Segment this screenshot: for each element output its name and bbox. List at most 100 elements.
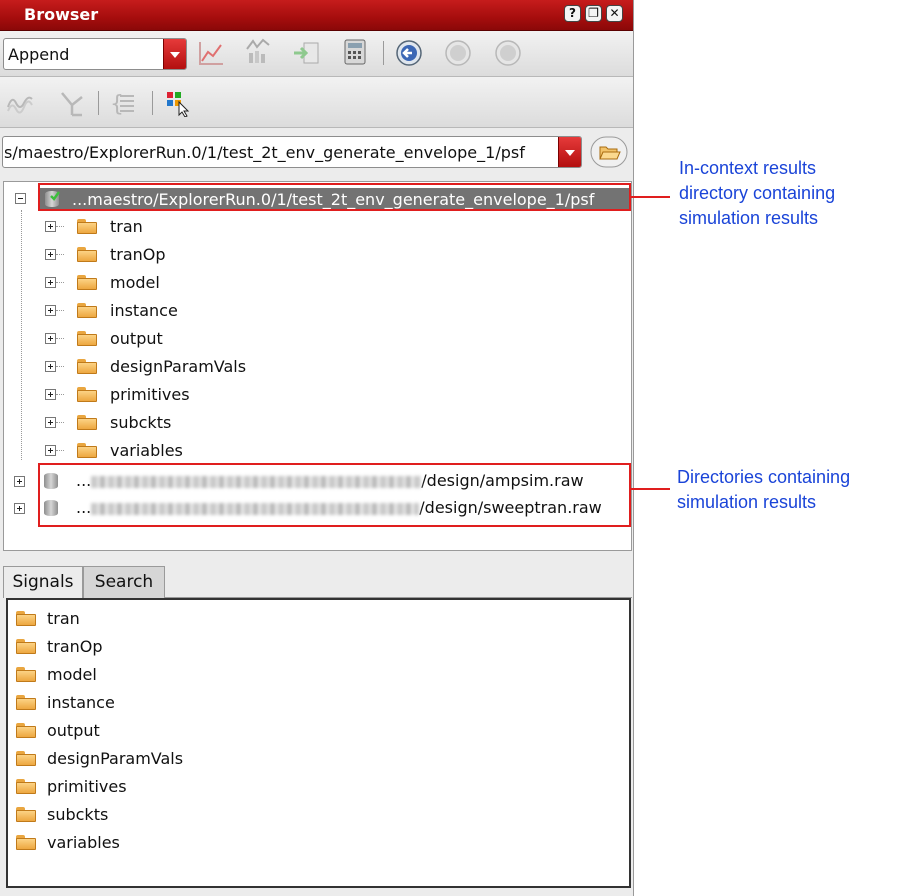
tree-row-tran[interactable]: tran xyxy=(45,214,345,240)
tree-row-model[interactable]: model xyxy=(45,270,345,296)
tree-item-label: model xyxy=(110,273,160,292)
path-row: s/maestro/ExplorerRun.0/1/test_2t_env_ge… xyxy=(0,128,633,180)
annotation-line: directory containing xyxy=(679,183,836,203)
tree-guide-line xyxy=(56,422,64,423)
expand-icon[interactable] xyxy=(14,476,25,487)
close-icon[interactable]: ✕ xyxy=(606,5,623,22)
title-bar: Browser ? ❐ ✕ xyxy=(0,0,633,31)
signal-item-label: instance xyxy=(47,693,115,712)
folder-icon xyxy=(77,443,97,458)
folder-icon xyxy=(77,303,97,318)
folder-icon xyxy=(16,807,36,822)
signal-item-output[interactable]: output xyxy=(14,718,314,744)
multi-plot-icon[interactable] xyxy=(243,37,271,65)
signal-item-label: subckts xyxy=(47,805,109,824)
tree-guide-line xyxy=(56,338,64,339)
expand-icon[interactable] xyxy=(45,221,56,232)
expand-icon[interactable] xyxy=(45,277,56,288)
folder-icon xyxy=(16,611,36,626)
tree-row-output[interactable]: output xyxy=(45,326,345,352)
tab-signals[interactable]: Signals xyxy=(3,566,83,598)
plot-icon[interactable] xyxy=(197,39,225,67)
expand-icon[interactable] xyxy=(45,305,56,316)
expand-icon[interactable] xyxy=(45,389,56,400)
folder-icon xyxy=(77,359,97,374)
forward-icon[interactable] xyxy=(444,39,472,67)
annotation-line: In-context results xyxy=(679,158,817,178)
expand-icon[interactable] xyxy=(45,361,56,372)
mode-select-value: Append xyxy=(8,45,70,64)
tree-guide-line xyxy=(21,210,23,460)
waveform-icon[interactable] xyxy=(6,89,34,117)
annotation-box-dirs xyxy=(38,463,631,527)
tree-guide-line xyxy=(56,254,64,255)
tree-row-primitives[interactable]: primitives xyxy=(45,382,345,408)
tree-guide-line xyxy=(56,282,64,283)
folder-icon xyxy=(77,247,97,262)
folder-icon xyxy=(77,331,97,346)
tree-guide-line xyxy=(56,450,64,451)
mode-select[interactable]: Append xyxy=(3,38,187,70)
signal-icon[interactable] xyxy=(58,89,86,117)
tree-guide-line xyxy=(56,394,64,395)
toolbar-row-1: Append xyxy=(0,31,633,77)
expand-icon[interactable] xyxy=(14,503,25,514)
up-icon[interactable] xyxy=(494,39,522,67)
signal-item-label: variables xyxy=(47,833,120,852)
toolbar-row-2: { xyxy=(0,77,633,128)
grid-select-icon[interactable] xyxy=(164,89,192,117)
open-folder-icon[interactable] xyxy=(590,136,628,168)
tab-search[interactable]: Search xyxy=(83,566,165,598)
tree-item-label: output xyxy=(110,329,163,348)
tree-row-designParamVals[interactable]: designParamVals xyxy=(45,354,345,380)
expand-icon[interactable] xyxy=(45,333,56,344)
folder-icon xyxy=(77,387,97,402)
signal-item-subckts[interactable]: subckts xyxy=(14,802,314,828)
tree-row-tranOp[interactable]: tranOp xyxy=(45,242,345,268)
results-path-value: s/maestro/ExplorerRun.0/1/test_2t_env_ge… xyxy=(4,143,525,162)
tree-row-instance[interactable]: instance xyxy=(45,298,345,324)
signal-item-variables[interactable]: variables xyxy=(14,830,314,856)
annotation-line: simulation results xyxy=(677,492,817,512)
signal-item-label: tran xyxy=(47,609,80,628)
signal-item-tran[interactable]: tran xyxy=(14,606,314,632)
signal-item-instance[interactable]: instance xyxy=(14,690,314,716)
annotation-line: simulation results xyxy=(679,208,819,228)
signal-item-designParamVals[interactable]: designParamVals xyxy=(14,746,314,772)
annotation-line-dirs xyxy=(630,488,670,490)
results-path-select[interactable]: s/maestro/ExplorerRun.0/1/test_2t_env_ge… xyxy=(2,136,582,168)
tree-row-variables[interactable]: variables xyxy=(45,438,345,464)
tree-item-label: primitives xyxy=(110,385,190,404)
tree-row-subckts[interactable]: subckts xyxy=(45,410,345,436)
tree-item-label: subckts xyxy=(110,413,172,432)
expand-icon[interactable] xyxy=(45,417,56,428)
expand-icon[interactable] xyxy=(45,445,56,456)
tree-item-label: designParamVals xyxy=(110,357,247,376)
tree-item-label: tranOp xyxy=(110,245,166,264)
tree-item-label: instance xyxy=(110,301,178,320)
restore-icon[interactable]: ❐ xyxy=(585,5,602,22)
help-icon[interactable]: ? xyxy=(564,5,581,22)
collapse-icon[interactable] xyxy=(15,193,26,204)
signal-item-label: tranOp xyxy=(47,637,103,656)
toolbar-separator xyxy=(98,91,99,115)
expand-icon[interactable] xyxy=(45,249,56,260)
expression-icon[interactable]: { xyxy=(108,89,136,117)
signal-item-tranOp[interactable]: tranOp xyxy=(14,634,314,660)
back-icon[interactable] xyxy=(395,39,423,67)
folder-icon xyxy=(77,415,97,430)
calculator-icon[interactable] xyxy=(341,38,369,66)
signal-item-model[interactable]: model xyxy=(14,662,314,688)
signal-item-primitives[interactable]: primitives xyxy=(14,774,314,800)
chevron-down-icon[interactable] xyxy=(558,137,581,167)
browser-panel: Browser ? ❐ ✕ Append {s/maestro/Explore… xyxy=(0,0,634,896)
folder-icon xyxy=(16,779,36,794)
folder-icon xyxy=(16,667,36,682)
folder-icon xyxy=(16,751,36,766)
toolbar-separator xyxy=(383,41,384,65)
signals-list[interactable]: tran tranOp model instance output designParam… xyxy=(6,598,631,888)
toolbar-separator xyxy=(152,91,153,115)
import-icon[interactable] xyxy=(292,39,320,67)
folder-icon xyxy=(77,275,97,290)
chevron-down-icon[interactable] xyxy=(163,39,186,69)
